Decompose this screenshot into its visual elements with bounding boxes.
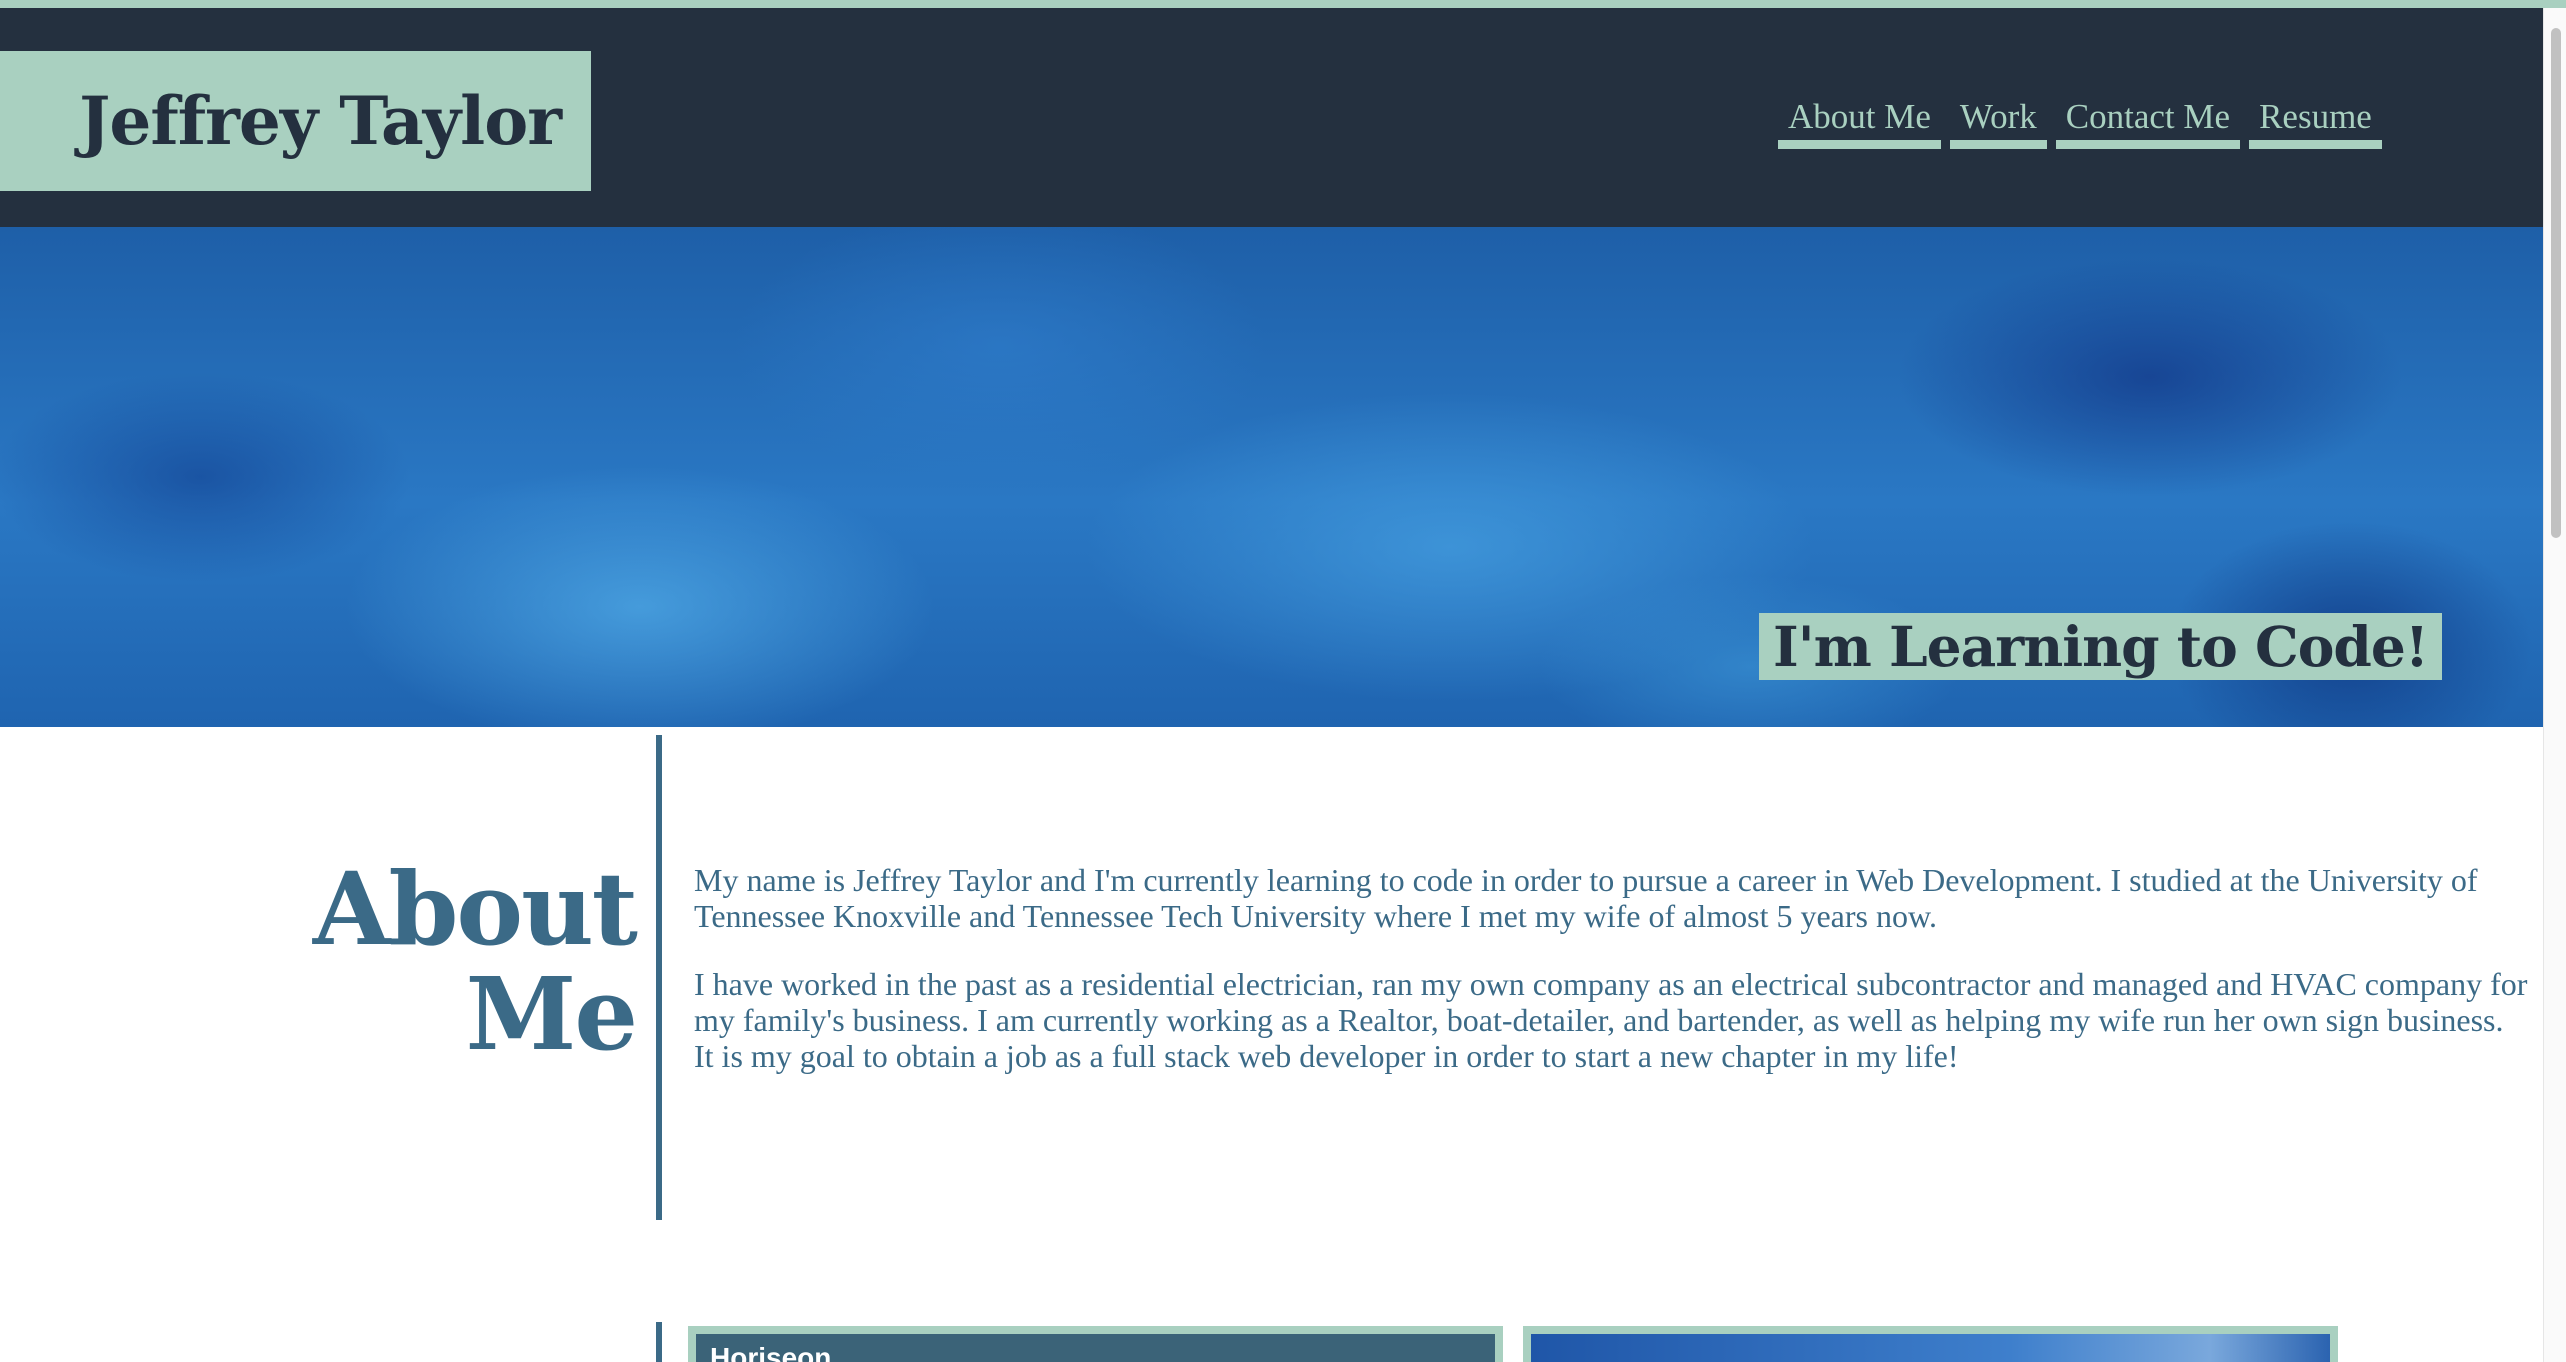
top-accent-line bbox=[0, 0, 2566, 8]
about-paragraph-1: My name is Jeffrey Taylor and I'm curren… bbox=[694, 862, 2478, 934]
nav-link-about-me[interactable]: About Me bbox=[1778, 96, 1941, 149]
work-card-horiseon[interactable]: Horiseon bbox=[688, 1326, 1503, 1362]
site-header: Jeffrey Taylor About Me Work Contact Me … bbox=[0, 8, 2543, 227]
hero-tagline: I'm Learning to Code! bbox=[1759, 613, 2442, 681]
main-nav: About Me Work Contact Me Resume bbox=[1778, 96, 2382, 149]
page: Jeffrey Taylor About Me Work Contact Me … bbox=[0, 0, 2566, 1362]
about-heading-line1: About bbox=[312, 850, 638, 968]
about-heading: About Me bbox=[313, 857, 638, 1067]
scrollbar-thumb[interactable] bbox=[2551, 28, 2561, 538]
hero-banner: I'm Learning to Code! bbox=[0, 227, 2543, 727]
about-section: About Me My name is Jeffrey Taylor and I… bbox=[0, 727, 2543, 1327]
site-title: Jeffrey Taylor bbox=[79, 82, 562, 160]
about-heading-line2: Me bbox=[465, 955, 638, 1073]
nav-link-contact-me[interactable]: Contact Me bbox=[2055, 96, 2241, 149]
about-paragraph-2: I have worked in the past as a residenti… bbox=[694, 966, 2528, 1074]
work-card-title: Horiseon bbox=[710, 1342, 832, 1362]
nav-link-work[interactable]: Work bbox=[1949, 96, 2047, 149]
brand-block: Jeffrey Taylor bbox=[0, 51, 591, 191]
vertical-scrollbar[interactable] bbox=[2543, 8, 2566, 1362]
about-divider bbox=[656, 735, 662, 1220]
nav-link-resume[interactable]: Resume bbox=[2249, 96, 2382, 149]
work-card-2[interactable] bbox=[1523, 1326, 2338, 1362]
about-text: My name is Jeffrey Taylor and I'm curren… bbox=[694, 862, 2529, 1106]
work-divider bbox=[656, 1322, 662, 1362]
